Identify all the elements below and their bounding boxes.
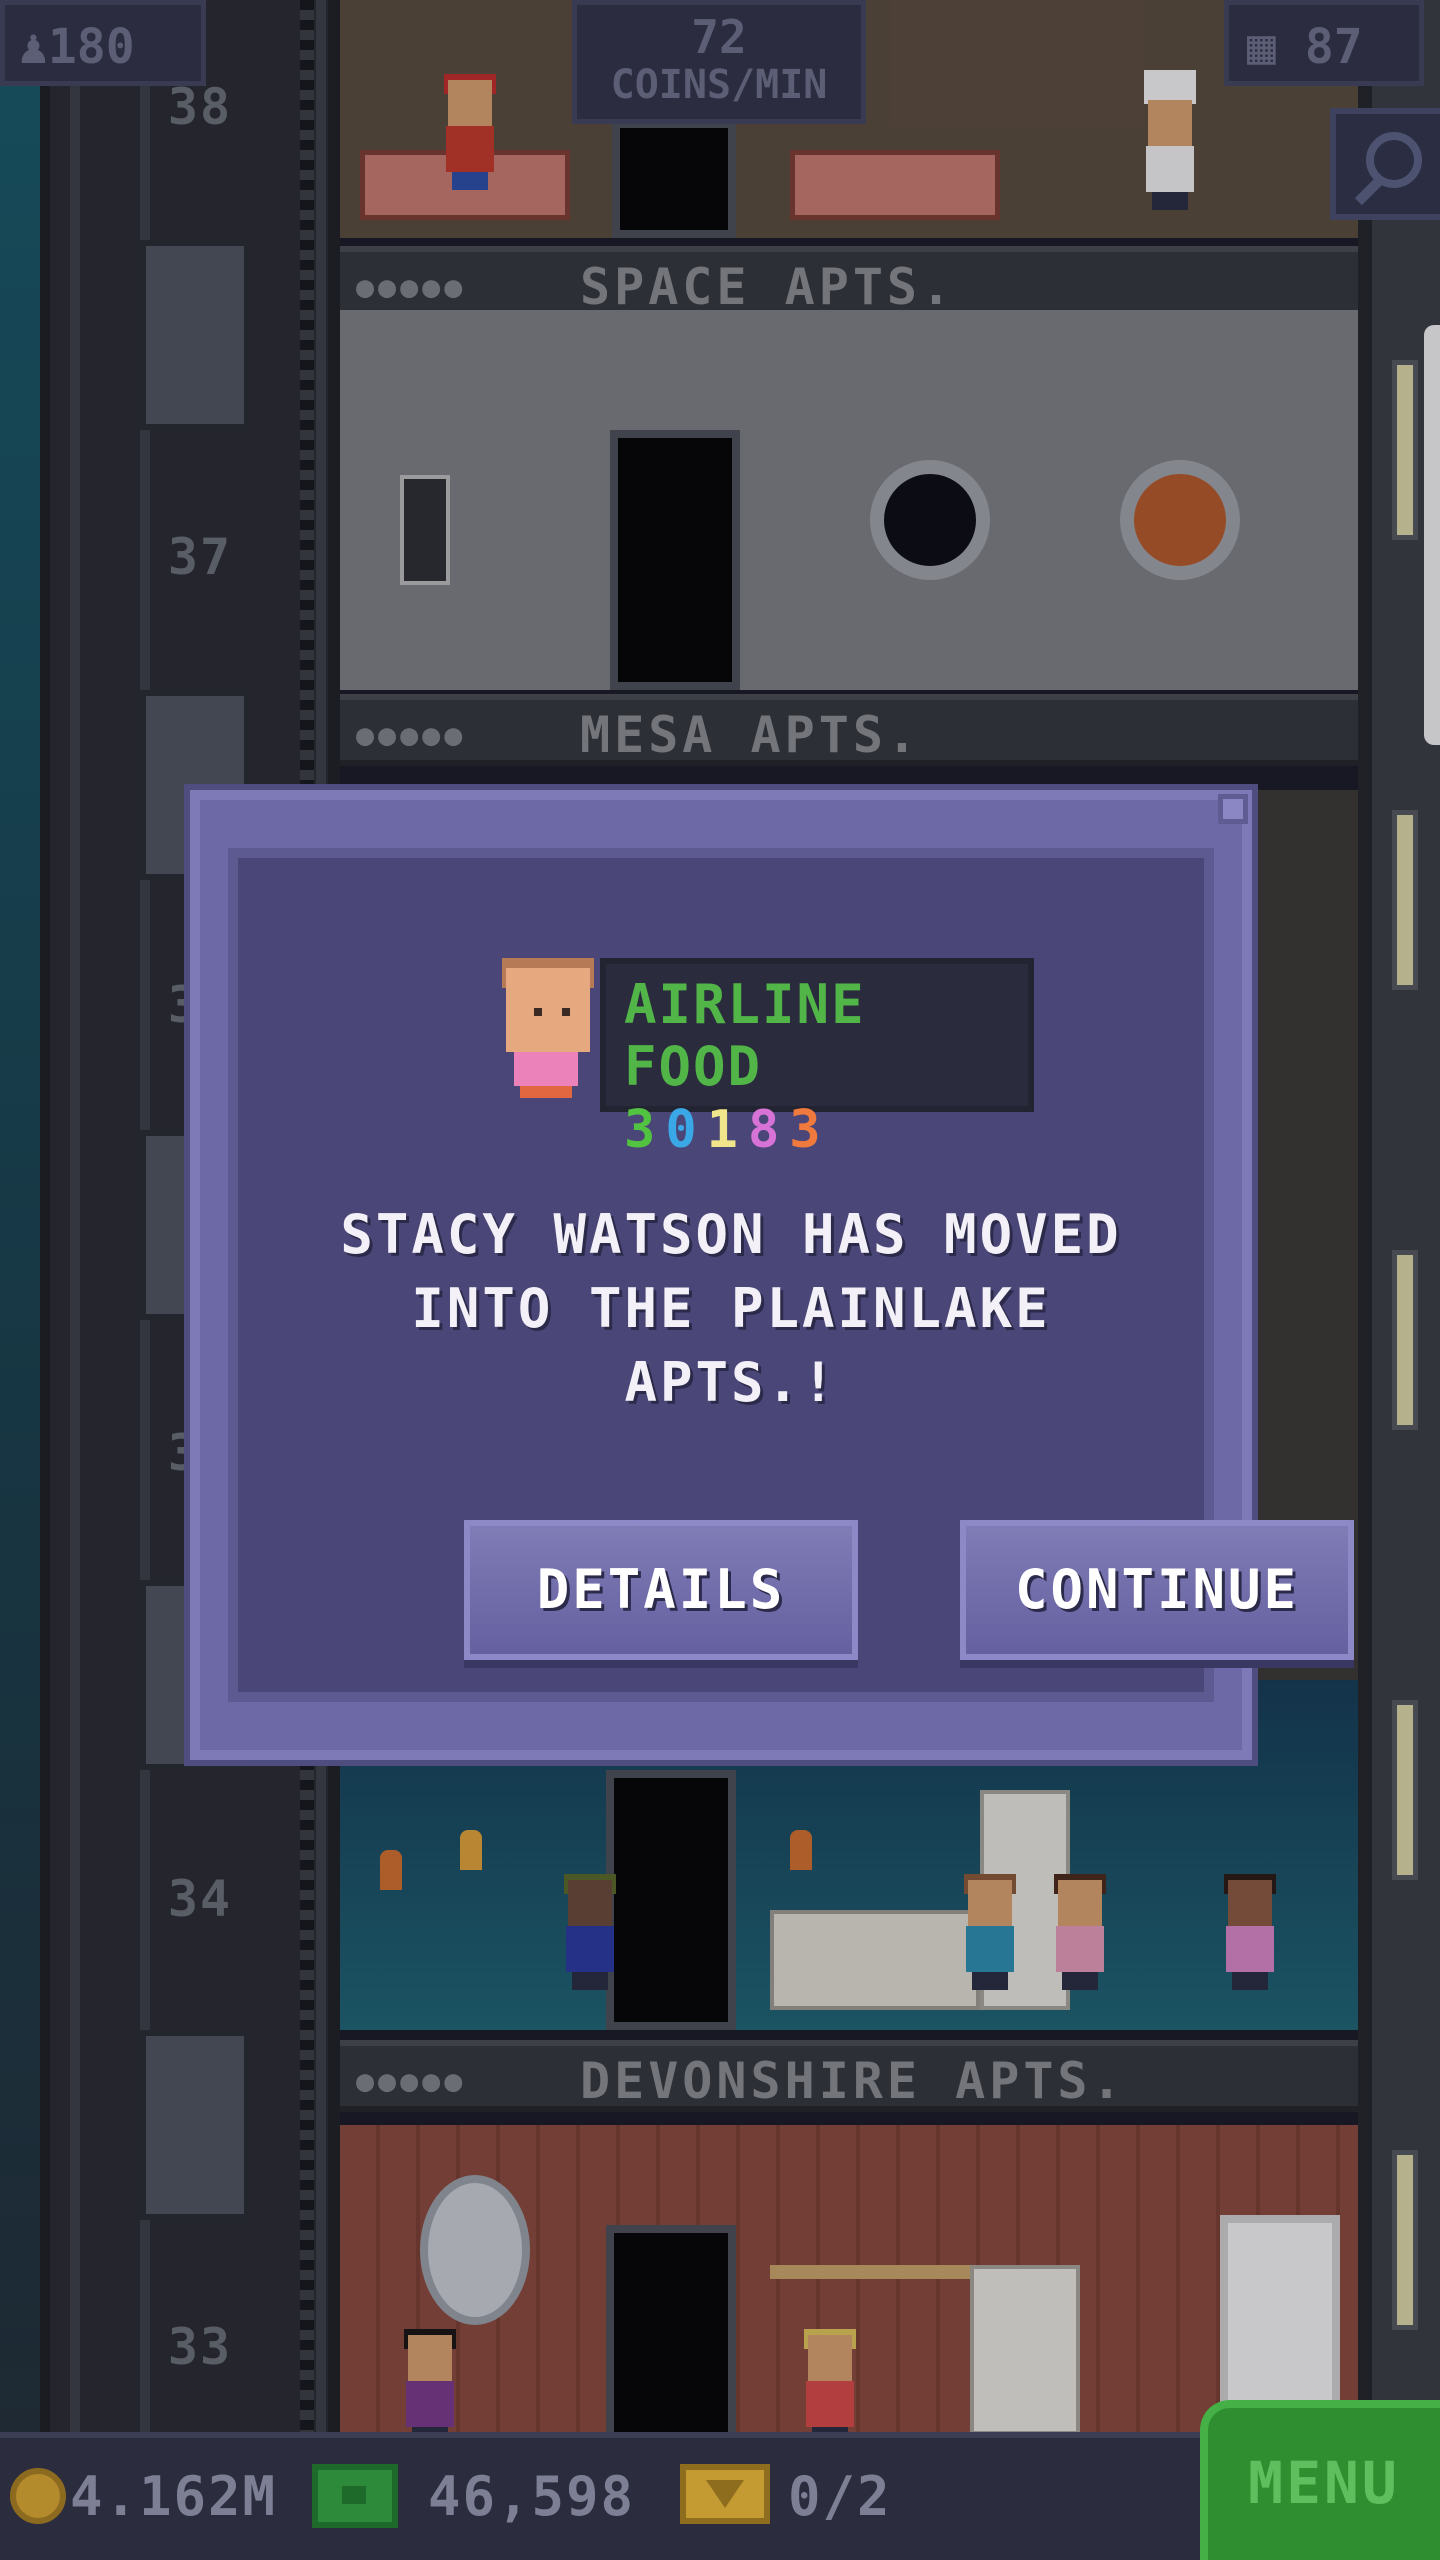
continue-button[interactable]: CONTINUE [960,1520,1354,1660]
vip-ticket-icon[interactable] [680,2464,770,2524]
menu-button[interactable]: MENU [1200,2400,1440,2560]
move-in-message: STACY WATSON HAS MOVED INTO THE PLAINLAK… [298,1198,1164,1420]
bux-balance: 46,598 [428,2465,636,2528]
message-line: INTO THE PLAINLAKE APTS.! [411,1277,1051,1414]
skill-digit: 3 [789,1100,831,1160]
coin-icon [10,2468,66,2524]
dialog-corner-pin [1218,794,1248,824]
skill-digit: 8 [747,1100,790,1160]
dream-job-title: AIRLINE FOOD [624,973,866,1098]
skill-digit: 1 [706,1100,748,1160]
details-button[interactable]: DETAILS [464,1520,858,1660]
vip-ticket-count: 0/2 [788,2465,892,2528]
message-line: STACY WATSON HAS MOVED [340,1203,1122,1266]
coins-balance: 4.162M [70,2465,278,2528]
skill-digit: 0 [665,1100,707,1160]
dream-job-card: AIRLINE FOOD 30183 [600,958,1034,1160]
resident-skill-code: 30183 [624,1098,1010,1162]
bux-icon [312,2464,398,2528]
resident-avatar[interactable] [492,958,598,1098]
move-in-dialog: AIRLINE FOOD 30183 STACY WATSON HAS MOVE… [190,790,1354,1760]
skill-digit: 3 [624,1100,666,1160]
